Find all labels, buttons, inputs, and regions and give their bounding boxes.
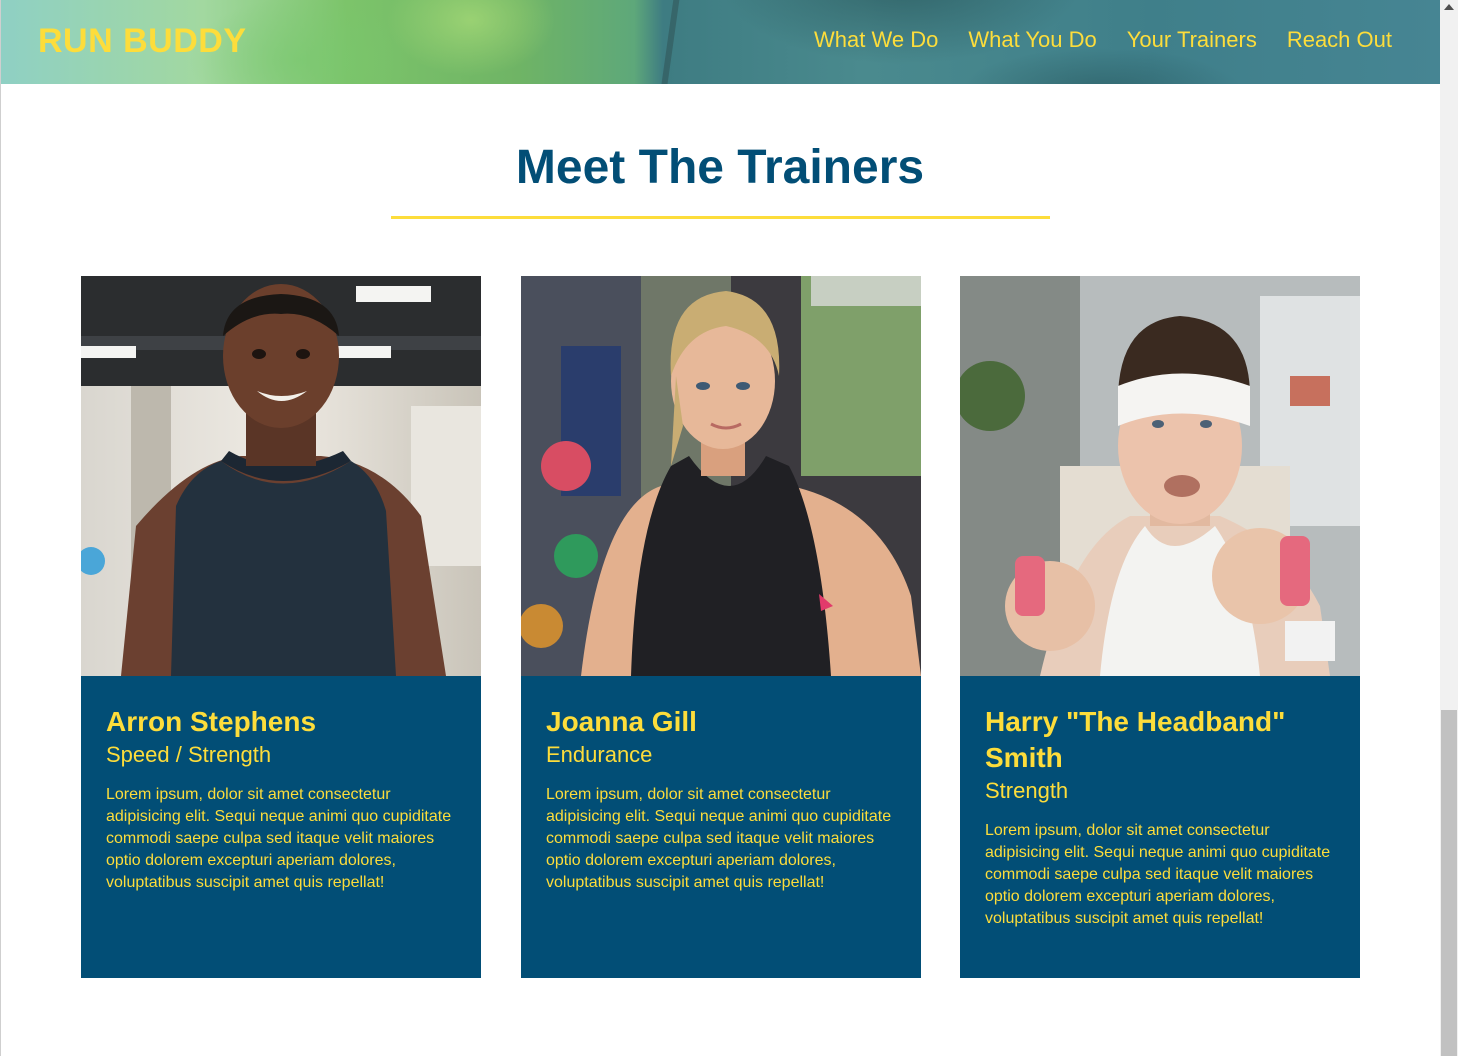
trainer-card-joanna: Joanna Gill Endurance Lorem ipsum, dolor… [521, 276, 921, 978]
trainer-name: Harry "The Headband" Smith [985, 706, 1286, 773]
nav-link-what-we-do[interactable]: What We Do [814, 27, 938, 53]
title-underline [391, 216, 1050, 219]
trainer-bio: Lorem ipsum, dolor sit amet consectetur … [985, 822, 1331, 927]
trainer-card-harry: Harry "The Headband" Smith Strength Lore… [960, 276, 1360, 978]
scrollbar-thumb[interactable] [1441, 710, 1457, 1056]
site-header: RUN BUDDY What We Do What You Do Your Tr… [1, 0, 1440, 84]
trainer-role: Endurance [546, 742, 653, 767]
trainer-role: Speed / Strength [106, 742, 272, 767]
trainer-photo-joanna [521, 276, 921, 676]
trainer-photo-arron [81, 276, 481, 676]
trainer-bio: Lorem ipsum, dolor sit amet consectetur … [106, 786, 452, 891]
trainer-name: Arron Stephens [106, 706, 317, 737]
trainer-photo-harry [960, 276, 1360, 676]
trainer-info-joanna: Joanna Gill Endurance Lorem ipsum, dolor… [546, 704, 901, 894]
main-nav: What We Do What You Do Your Trainers Rea… [814, 27, 1392, 53]
trainer-bio: Lorem ipsum, dolor sit amet consectetur … [546, 786, 892, 891]
nav-link-reach-out[interactable]: Reach Out [1287, 27, 1392, 53]
nav-link-your-trainers[interactable]: Your Trainers [1127, 27, 1257, 53]
scroll-up-arrow-icon[interactable] [1444, 4, 1454, 10]
nav-link-what-you-do[interactable]: What You Do [968, 27, 1096, 53]
trainer-role: Strength [985, 778, 1069, 803]
trainer-card-arron: Arron Stephens Speed / Strength Lorem ip… [81, 276, 481, 978]
trainer-name: Joanna Gill [546, 706, 697, 737]
section-title: Meet The Trainers [515, 141, 925, 194]
trainer-info-arron: Arron Stephens Speed / Strength Lorem ip… [106, 704, 461, 894]
trainer-info-harry: Harry "The Headband" Smith Strength Lore… [985, 704, 1340, 930]
site-logo[interactable]: RUN BUDDY [38, 22, 247, 61]
